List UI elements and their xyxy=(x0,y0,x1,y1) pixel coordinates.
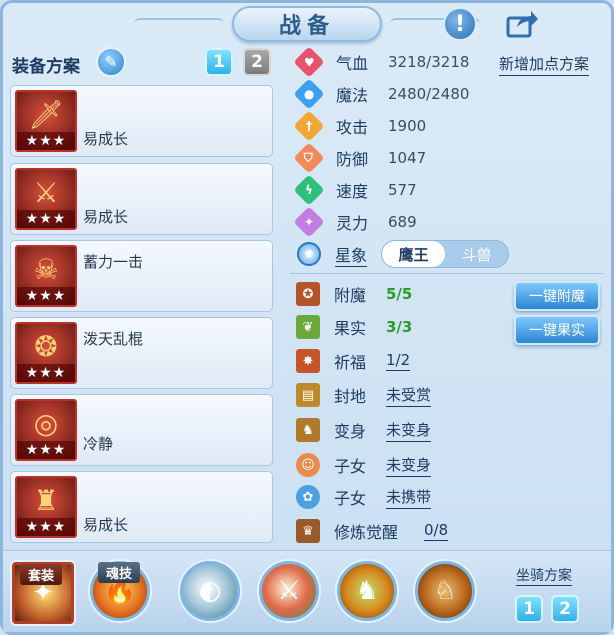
equip-scheme-2[interactable]: 2 xyxy=(243,48,271,76)
one-click-fruit-button[interactable]: 一键果实 xyxy=(514,315,600,345)
stat-spirit: ✦ 灵力 689 xyxy=(293,206,417,238)
star-image-label[interactable]: 星象 xyxy=(335,242,368,267)
child-value-2[interactable]: 未携带 xyxy=(386,486,432,509)
equip-icon: 🗡 ★★★ xyxy=(15,90,77,152)
attr-transform: ♞ 变身 未变身 xyxy=(296,416,432,444)
stat-speed: ϟ 速度 577 xyxy=(293,174,417,206)
equip-name: 易成长 xyxy=(83,130,129,148)
attr-fruit: ❦ 果实 3/3 xyxy=(296,313,412,341)
title-banner: 战备 xyxy=(134,6,480,42)
paw-icon: ✿ xyxy=(296,485,320,509)
equip-scheme-1[interactable]: 1 xyxy=(205,48,233,76)
mount-scheme-label[interactable]: 坐骑方案 xyxy=(516,565,572,586)
star-rating: ★★★ xyxy=(17,132,75,150)
skill-slot-3[interactable]: ♞ xyxy=(337,561,397,621)
equip-name: 蓄力一击 xyxy=(83,253,144,271)
transform-value[interactable]: 未变身 xyxy=(386,419,432,442)
equip-slot[interactable]: ☠ ★★★ 蓄力一击 xyxy=(10,240,273,312)
equip-name: 易成长 xyxy=(83,208,129,226)
equip-scheme-label: 装备方案 xyxy=(12,57,80,77)
equip-icon: ☠ ★★★ xyxy=(15,245,77,307)
blessing-value[interactable]: 1/2 xyxy=(386,351,411,371)
heart-icon: ♥ xyxy=(293,46,325,78)
attr-enchant: ✪ 附魔 5/5 xyxy=(296,280,412,308)
equip-icon: ⚔ ★★★ xyxy=(15,168,77,230)
soul-skill-label: 魂技 xyxy=(98,562,141,583)
transform-icon: ♞ xyxy=(296,418,320,442)
equip-slot[interactable]: ♜ ★★★ 易成长 xyxy=(10,471,273,543)
edit-icon[interactable]: ✎ xyxy=(96,47,126,77)
one-click-enchant-button[interactable]: 一键附魔 xyxy=(514,281,600,311)
scroll-icon: ▤ xyxy=(296,383,320,407)
cultivation-value[interactable]: 0/8 xyxy=(424,521,449,541)
child-icon: ☺ xyxy=(296,453,320,477)
share-icon[interactable] xyxy=(502,7,542,41)
mount-scheme-1[interactable]: 1 xyxy=(515,595,543,623)
attr-fief: ▤ 封地 未受赏 xyxy=(296,381,432,409)
attr-child-2: ✿ 子女 未携带 xyxy=(296,483,432,511)
sword-icon: † xyxy=(293,110,325,142)
stat-attack: † 攻击 1900 xyxy=(293,110,426,142)
star-rating: ★★★ xyxy=(17,287,75,305)
help-icon[interactable]: ! xyxy=(443,7,477,41)
mana-icon: ● xyxy=(293,78,325,110)
stat-mp: ● 魔法 2480/2480 xyxy=(293,78,469,110)
star-image-toggle[interactable]: 鹰王 斗兽 xyxy=(381,240,510,268)
equip-slot[interactable]: ⚔ ★★★ 易成长 xyxy=(10,163,273,235)
shield-icon: ⛉ xyxy=(293,142,325,174)
fruit-icon: ❦ xyxy=(296,315,320,339)
stat-hp: ♥ 气血 3218/3218 xyxy=(293,46,469,78)
star-rating: ★★★ xyxy=(17,210,75,228)
stat-defense: ⛉ 防御 1047 xyxy=(293,142,426,174)
skill-slot-2[interactable]: ⚔ xyxy=(259,561,319,621)
equip-slot[interactable]: ❂ ★★★ 泼天乱棍 xyxy=(10,317,273,389)
mount-scheme-2[interactable]: 2 xyxy=(551,595,579,623)
equip-slot[interactable]: ◎ ★★★ 冷静 xyxy=(10,394,273,466)
skill-slot-1[interactable]: ◐ xyxy=(180,561,240,621)
child-value-1[interactable]: 未变身 xyxy=(386,454,432,477)
lightning-icon: ϟ xyxy=(293,174,325,206)
divider xyxy=(290,273,604,274)
attr-child-1: ☺ 子女 未变身 xyxy=(296,451,432,479)
star-rating: ★★★ xyxy=(17,441,75,459)
attr-blessing: ✸ 祈福 1/2 xyxy=(296,347,411,375)
add-point-scheme-link[interactable]: 新增加点方案 xyxy=(499,53,590,76)
equip-icon: ❂ ★★★ xyxy=(15,322,77,384)
equip-name: 易成长 xyxy=(83,516,129,534)
skill-slot-4[interactable]: ♘ xyxy=(415,561,475,621)
attr-cultivation: ♛ 修炼觉醒 0/8 xyxy=(296,517,449,545)
blessing-icon: ✸ xyxy=(296,349,320,373)
toggle-fighting-beast[interactable]: 斗兽 xyxy=(445,241,508,267)
enchant-icon: ✪ xyxy=(296,282,320,306)
equip-name: 冷静 xyxy=(83,435,114,453)
equip-name: 泼天乱棍 xyxy=(83,330,144,348)
star-rating: ★★★ xyxy=(17,364,75,382)
spirit-icon: ✦ xyxy=(293,206,325,238)
cultivation-icon: ♛ xyxy=(296,519,320,543)
set-label: 套装 xyxy=(20,564,63,585)
page-title: 战备 xyxy=(278,14,335,39)
equip-icon: ♜ ★★★ xyxy=(15,476,77,538)
star-image-row: ✺ 星象 鹰王 斗兽 xyxy=(296,240,510,268)
equip-icon: ◎ ★★★ xyxy=(15,399,77,461)
toggle-eagle-king[interactable]: 鹰王 xyxy=(382,241,446,267)
star-rating: ★★★ xyxy=(17,518,75,536)
compass-icon: ✺ xyxy=(297,242,321,266)
equip-slot[interactable]: 🗡 ★★★ 易成长 xyxy=(10,85,273,157)
fief-value[interactable]: 未受赏 xyxy=(386,384,432,407)
